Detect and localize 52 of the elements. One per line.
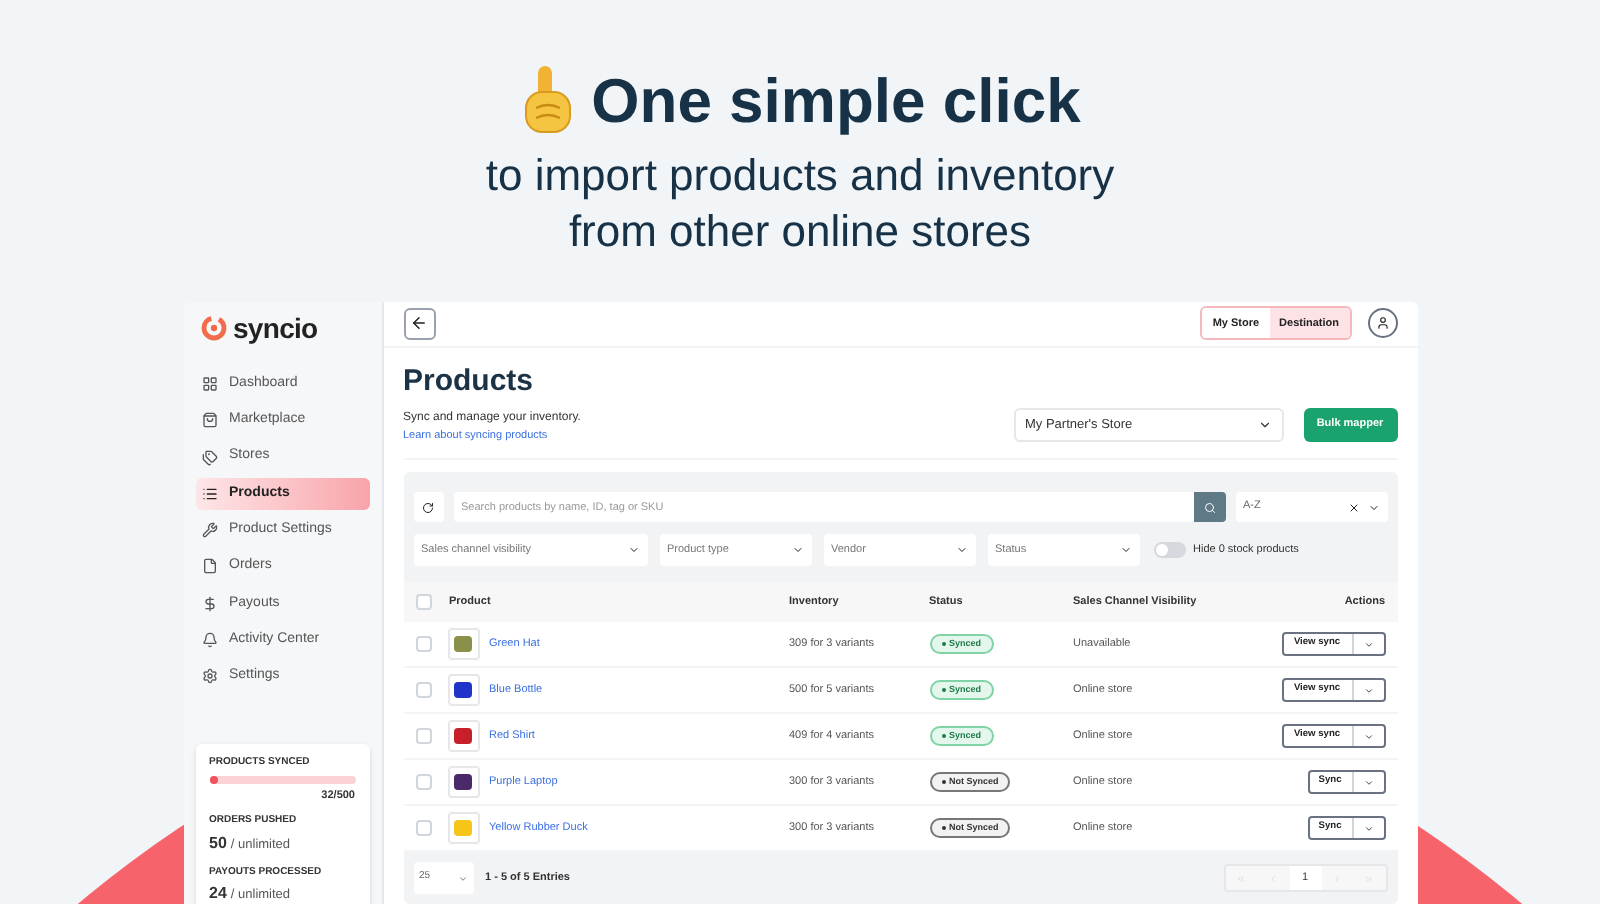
chevron-down-icon <box>1257 418 1271 432</box>
row-checkbox[interactable] <box>415 682 431 698</box>
chevron-down-icon <box>1363 685 1373 695</box>
chevron-down-icon <box>1363 823 1373 833</box>
search-icon <box>1203 501 1215 513</box>
bag-icon <box>201 412 217 429</box>
user-avatar[interactable] <box>1367 308 1397 339</box>
logo-icon <box>199 314 227 342</box>
chevron-down-icon <box>955 544 967 556</box>
pointing-hand-icon <box>519 64 576 136</box>
row-checkbox[interactable] <box>415 728 431 744</box>
back-arrow-icon <box>410 314 428 333</box>
product-thumbnail <box>447 720 479 752</box>
logo-text: syncio <box>233 314 318 342</box>
list-icon <box>201 485 217 502</box>
file-icon <box>201 558 217 575</box>
row-checkbox[interactable] <box>415 774 431 790</box>
chevron-down-icon <box>1367 501 1379 513</box>
toggle-switch[interactable] <box>1153 542 1185 558</box>
grid-icon <box>201 376 217 392</box>
refresh-button[interactable] <box>413 492 443 522</box>
chevron-down-icon <box>1119 544 1131 556</box>
stat-value: 24 <box>209 882 227 904</box>
chevron-down-icon <box>457 873 467 883</box>
row-checkbox[interactable] <box>415 820 431 836</box>
chevron-down-icon <box>1363 777 1373 787</box>
search-button[interactable] <box>1193 492 1225 522</box>
chevron-down-icon <box>627 544 639 556</box>
product-thumbnail <box>447 766 479 798</box>
product-thumbnail <box>447 812 479 844</box>
bell-icon <box>201 632 217 649</box>
product-thumbnail <box>447 674 479 706</box>
clear-icon[interactable] <box>1347 501 1359 513</box>
tags-icon <box>201 449 217 466</box>
row-checkbox[interactable] <box>415 636 431 652</box>
next-icon <box>1332 873 1342 883</box>
chevron-down-icon <box>1363 639 1373 649</box>
user-icon <box>1375 316 1389 331</box>
select-all-checkbox[interactable] <box>415 594 431 610</box>
chevron-down-icon <box>1363 731 1373 741</box>
page-title: Products <box>403 363 536 400</box>
headline: One simple click <box>591 69 1081 131</box>
back-button[interactable] <box>403 307 435 340</box>
product-thumbnail <box>447 628 479 660</box>
refresh-icon <box>422 501 434 513</box>
previous-icon <box>1268 873 1278 883</box>
settings-icon <box>201 668 217 685</box>
subheadline: to import products and inventory from other online stores <box>483 148 1117 260</box>
stat-value: 50 <box>209 831 227 856</box>
dollar-icon <box>201 595 217 612</box>
wrench-icon <box>201 522 217 539</box>
chevron-down-icon <box>791 544 803 556</box>
